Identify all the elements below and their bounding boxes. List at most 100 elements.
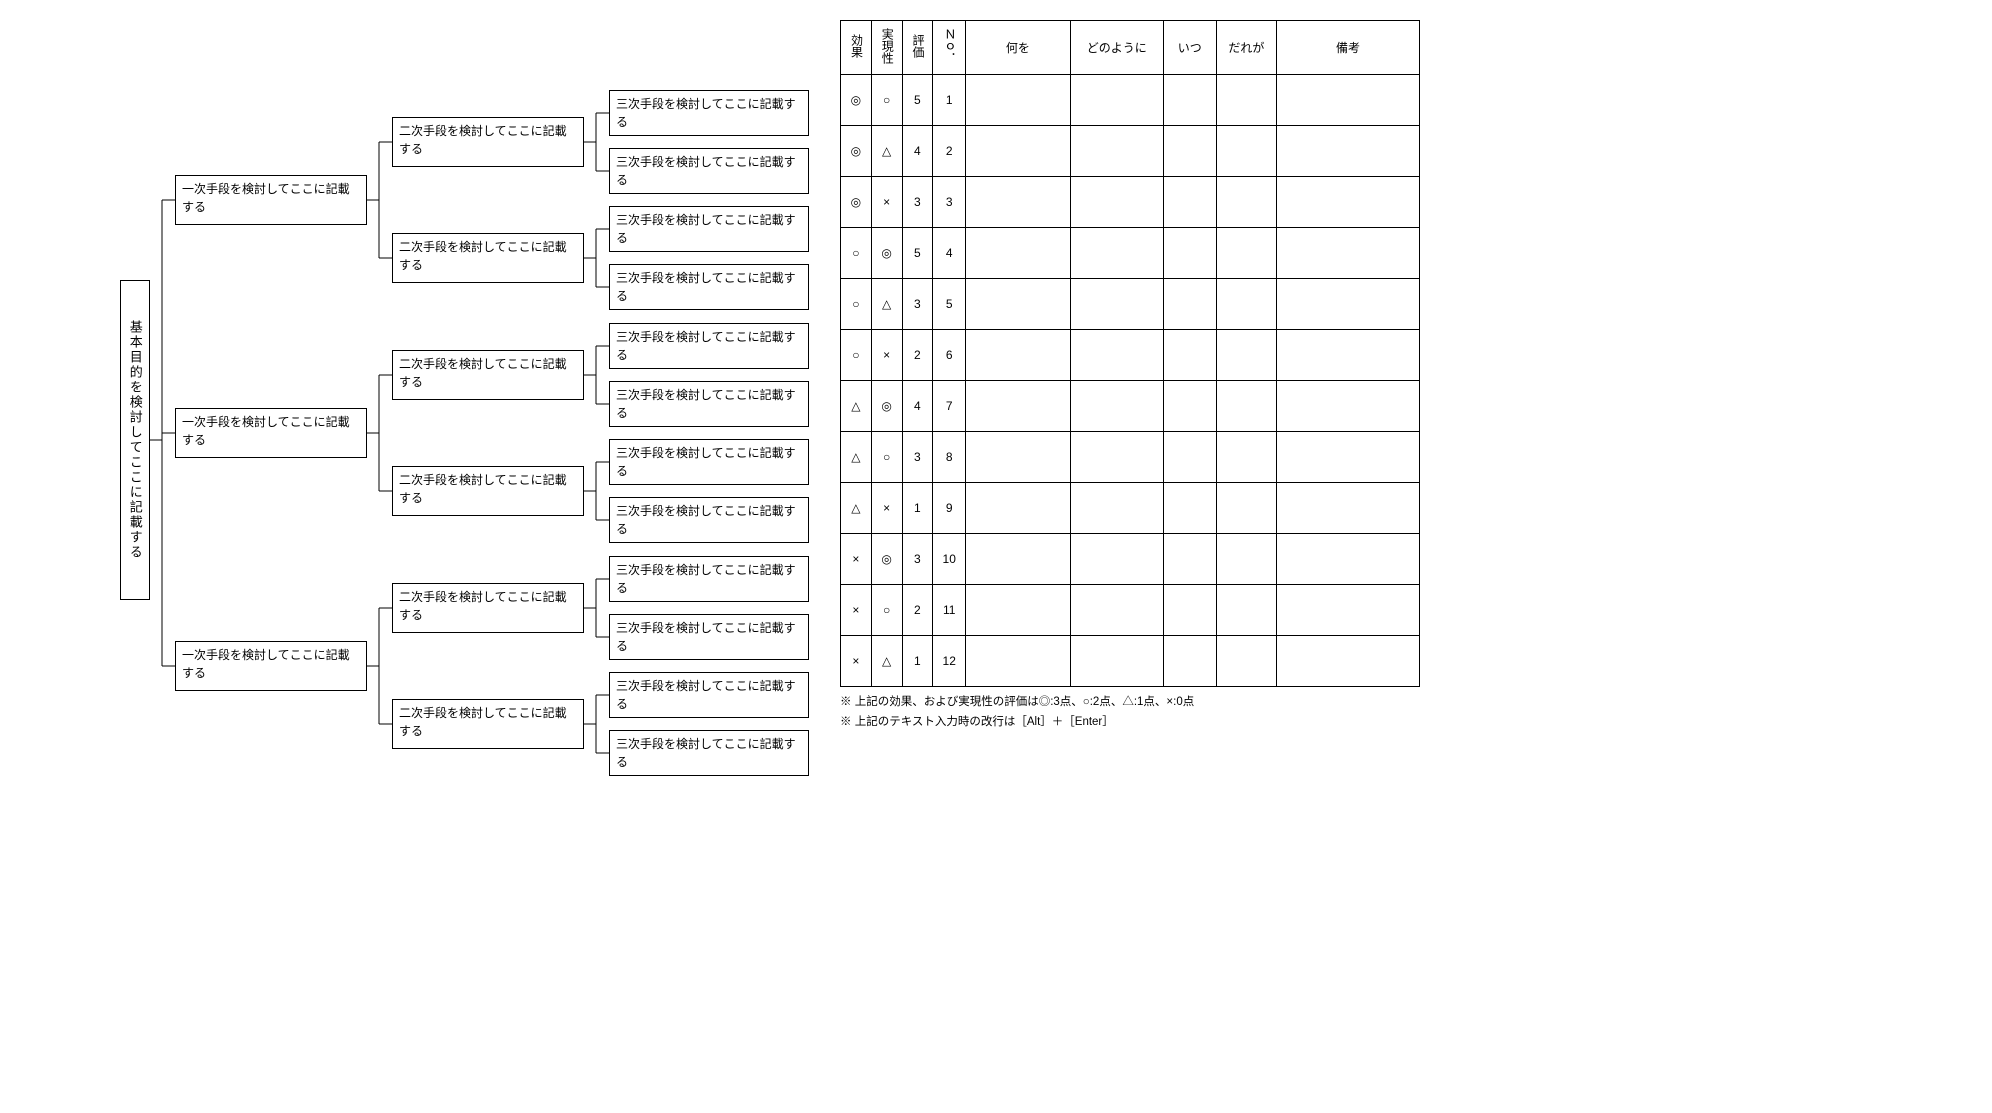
evaluation-table: 効果 実現性 評価 Ｎｏ． 何を どのように いつ だれが 備考 ◎○51◎△4… <box>840 20 1420 687</box>
cell-no: 9 <box>933 483 966 534</box>
cell-rating: 3 <box>902 432 933 483</box>
cell-feasibility: × <box>871 177 902 228</box>
cell-what <box>966 75 1070 126</box>
cell-who <box>1216 75 1276 126</box>
cell-when <box>1163 636 1216 687</box>
cell-when <box>1163 126 1216 177</box>
cell-what <box>966 228 1070 279</box>
cell-no: 1 <box>933 75 966 126</box>
cell-remark <box>1277 636 1420 687</box>
cell-who <box>1216 126 1276 177</box>
cell-no: 8 <box>933 432 966 483</box>
cell-who <box>1216 330 1276 381</box>
table-row: ○△35 <box>841 279 1420 330</box>
cell-what <box>966 432 1070 483</box>
cell-when <box>1163 228 1216 279</box>
cell-no: 11 <box>933 585 966 636</box>
header-effect: 効果 <box>849 34 862 58</box>
cell-who <box>1216 381 1276 432</box>
level3-node: 三次手段を検討してここに記載する <box>609 206 809 252</box>
cell-how <box>1070 432 1163 483</box>
cell-who <box>1216 534 1276 585</box>
cell-feasibility: × <box>871 330 902 381</box>
header-when: いつ <box>1163 21 1216 75</box>
cell-feasibility: ○ <box>871 75 902 126</box>
table-row: △○38 <box>841 432 1420 483</box>
cell-when <box>1163 585 1216 636</box>
table-row: △×19 <box>841 483 1420 534</box>
cell-who <box>1216 228 1276 279</box>
cell-feasibility: △ <box>871 279 902 330</box>
cell-no: 12 <box>933 636 966 687</box>
cell-feasibility: × <box>871 483 902 534</box>
cell-no: 4 <box>933 228 966 279</box>
cell-what <box>966 534 1070 585</box>
header-who: だれが <box>1216 21 1276 75</box>
cell-who <box>1216 636 1276 687</box>
level3-node: 三次手段を検討してここに記載する <box>609 148 809 194</box>
cell-what <box>966 381 1070 432</box>
cell-how <box>1070 279 1163 330</box>
cell-rating: 1 <box>902 636 933 687</box>
cell-what <box>966 126 1070 177</box>
cell-how <box>1070 330 1163 381</box>
footnotes: ※ 上記の効果、および実現性の評価は◎:3点、○:2点、△:1点、×:0点 ※ … <box>840 693 1972 732</box>
cell-what <box>966 483 1070 534</box>
cell-when <box>1163 330 1216 381</box>
cell-remark <box>1277 228 1420 279</box>
cell-remark <box>1277 75 1420 126</box>
cell-remark <box>1277 483 1420 534</box>
cell-effect: × <box>841 585 872 636</box>
tree-diagram: 基本目的を検討してここに記載する 一次手段を検討してここに記載する 一次手段を検… <box>20 20 820 800</box>
cell-what <box>966 177 1070 228</box>
cell-how <box>1070 75 1163 126</box>
cell-rating: 5 <box>902 75 933 126</box>
root-node: 基本目的を検討してここに記載する <box>120 280 150 600</box>
cell-effect: △ <box>841 483 872 534</box>
cell-when <box>1163 279 1216 330</box>
cell-when <box>1163 75 1216 126</box>
level3-node: 三次手段を検討してここに記載する <box>609 90 809 136</box>
cell-effect: ○ <box>841 279 872 330</box>
cell-remark <box>1277 177 1420 228</box>
cell-how <box>1070 228 1163 279</box>
cell-effect: ◎ <box>841 75 872 126</box>
cell-rating: 3 <box>902 177 933 228</box>
table-header-row: 効果 実現性 評価 Ｎｏ． 何を どのように いつ だれが 備考 <box>841 21 1420 75</box>
cell-remark <box>1277 534 1420 585</box>
cell-how <box>1070 381 1163 432</box>
table-row: ×○211 <box>841 585 1420 636</box>
cell-rating: 4 <box>902 381 933 432</box>
level3-node: 三次手段を検討してここに記載する <box>609 323 809 369</box>
header-feasibility: 実現性 <box>880 28 893 64</box>
cell-effect: ○ <box>841 228 872 279</box>
header-remark: 備考 <box>1277 21 1420 75</box>
level3-node: 三次手段を検討してここに記載する <box>609 556 809 602</box>
cell-effect: ◎ <box>841 126 872 177</box>
cell-effect: △ <box>841 381 872 432</box>
cell-who <box>1216 432 1276 483</box>
level2-node: 二次手段を検討してここに記載する <box>392 350 584 400</box>
cell-who <box>1216 483 1276 534</box>
level2-node: 二次手段を検討してここに記載する <box>392 466 584 516</box>
cell-feasibility: ◎ <box>871 381 902 432</box>
cell-how <box>1070 177 1163 228</box>
table-row: ×◎310 <box>841 534 1420 585</box>
cell-rating: 5 <box>902 228 933 279</box>
footnote-1: ※ 上記の効果、および実現性の評価は◎:3点、○:2点、△:1点、×:0点 <box>840 693 1972 713</box>
cell-feasibility: ◎ <box>871 534 902 585</box>
cell-feasibility: ○ <box>871 432 902 483</box>
header-no: Ｎｏ． <box>943 28 956 64</box>
table-row: ◎×33 <box>841 177 1420 228</box>
cell-rating: 4 <box>902 126 933 177</box>
cell-rating: 2 <box>902 330 933 381</box>
level2-node: 二次手段を検討してここに記載する <box>392 233 584 283</box>
cell-effect: × <box>841 534 872 585</box>
table-row: ○◎54 <box>841 228 1420 279</box>
cell-feasibility: ○ <box>871 585 902 636</box>
cell-no: 7 <box>933 381 966 432</box>
cell-rating: 3 <box>902 279 933 330</box>
cell-no: 2 <box>933 126 966 177</box>
cell-who <box>1216 279 1276 330</box>
cell-how <box>1070 585 1163 636</box>
